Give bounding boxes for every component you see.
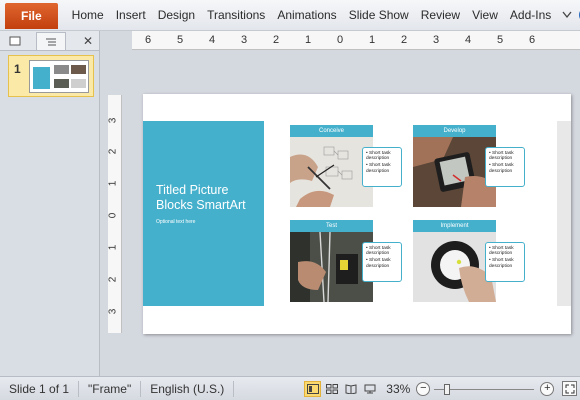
ruler-tick: 6 (529, 34, 536, 46)
description-item: • Short task description (366, 163, 391, 174)
slide-counter: Slide 1 of 1 (0, 380, 80, 397)
block-description: • Short task description • Short task de… (485, 147, 525, 187)
ruler-tick: 3 (107, 308, 119, 315)
slide-subtitle[interactable]: Optional text here (156, 219, 195, 225)
zoom-in-button[interactable]: + (540, 381, 555, 396)
pane-tabs: ✕ (0, 31, 99, 51)
tab-review[interactable]: Review (415, 0, 466, 31)
ribbon-tabs: File Home Insert Design Transitions Anim… (0, 0, 580, 31)
description-item: • Short task description (489, 258, 514, 269)
ruler-tick: 4 (209, 34, 216, 46)
block-title: Implement (413, 220, 496, 232)
ruler-tick: 2 (107, 148, 119, 155)
status-bar: Slide 1 of 1 "Frame" English (U.S.) 33% … (0, 376, 580, 400)
normal-view-icon[interactable] (304, 380, 322, 397)
view-buttons (304, 380, 380, 397)
reading-view-icon[interactable] (342, 381, 359, 397)
language-indicator[interactable]: English (U.S.) (141, 380, 235, 397)
tab-list: Home Insert Design Transitions Animation… (66, 0, 558, 31)
tab-view[interactable]: View (466, 0, 504, 31)
ruler-tick: 1 (107, 244, 119, 251)
ruler-tick: 4 (465, 34, 472, 46)
tab-slide-show[interactable]: Slide Show (343, 0, 415, 31)
block-title: Test (290, 220, 373, 232)
theme-name: "Frame" (79, 380, 142, 397)
title-block[interactable]: Titled Picture Blocks SmartArt Optional … (143, 121, 264, 306)
slide-show-icon[interactable] (361, 381, 378, 397)
fit-to-window-icon[interactable] (562, 381, 578, 396)
block-description: • Short task description • Short task de… (362, 242, 402, 282)
zoom-out-button[interactable]: − (416, 381, 431, 396)
ruler-tick: 3 (241, 34, 248, 46)
ruler-tick: 5 (497, 34, 504, 46)
ruler-tick: 0 (107, 212, 119, 219)
zoom-slider-handle[interactable] (444, 383, 451, 395)
block-picture (413, 232, 496, 302)
chevron-down-icon[interactable] (559, 7, 575, 23)
slide-number: 1 (14, 62, 21, 76)
vertical-ruler: 3 2 1 0 1 2 3 (107, 95, 122, 333)
ruler-tick: 6 (145, 34, 152, 46)
ruler-tick: 2 (107, 276, 119, 283)
description-item: • Short task description (366, 246, 391, 257)
slide-title[interactable]: Titled Picture Blocks SmartArt (156, 183, 261, 213)
description-item: • Short task description (489, 151, 514, 162)
ruler-tick: 3 (433, 34, 440, 46)
slide-sorter-icon[interactable] (323, 381, 340, 397)
block-picture (290, 232, 373, 302)
tab-animations[interactable]: Animations (271, 0, 342, 31)
slide-edge-strip (557, 121, 571, 306)
ruler-tick: 1 (305, 34, 312, 46)
zoom-level[interactable]: 33% (386, 382, 410, 396)
block-title: Conceive (290, 125, 373, 137)
description-item: • Short task description (366, 151, 391, 162)
ruler-tick: 1 (107, 180, 119, 187)
slide-canvas[interactable]: Titled Picture Blocks SmartArt Optional … (143, 94, 571, 334)
slide-thumbnail (29, 60, 89, 93)
description-item: • Short task description (489, 163, 514, 174)
block-description: • Short task description • Short task de… (362, 147, 402, 187)
ruler-tick: 5 (177, 34, 184, 46)
tab-transitions[interactable]: Transitions (201, 0, 271, 31)
outline-tab-icon[interactable] (36, 32, 66, 50)
slide-thumbnail-item[interactable]: 1 (8, 55, 94, 97)
horizontal-ruler: 6 5 4 3 2 1 0 1 2 3 4 5 6 (132, 31, 580, 50)
powerpoint-window: File Home Insert Design Transitions Anim… (0, 0, 580, 400)
tab-home[interactable]: Home (66, 0, 110, 31)
tab-add-ins[interactable]: Add-Ins (504, 0, 557, 31)
block-picture (290, 137, 373, 207)
description-item: • Short task description (366, 258, 391, 269)
tab-design[interactable]: Design (152, 0, 201, 31)
block-title: Develop (413, 125, 496, 137)
ruler-tick: 2 (401, 34, 408, 46)
file-tab[interactable]: File (5, 3, 58, 29)
block-picture (413, 137, 496, 207)
ruler-tick: 2 (273, 34, 280, 46)
close-icon[interactable]: ✕ (83, 32, 93, 50)
tab-insert[interactable]: Insert (110, 0, 152, 31)
description-item: • Short task description (489, 246, 514, 257)
slides-tab-icon[interactable] (0, 32, 30, 50)
slides-pane: ✕ 1 (0, 31, 100, 376)
ruler-tick: 1 (369, 34, 376, 46)
ruler-tick: 3 (107, 117, 119, 124)
ruler-tick: 0 (337, 34, 344, 46)
block-description: • Short task description • Short task de… (485, 242, 525, 282)
zoom-slider[interactable] (434, 382, 535, 396)
